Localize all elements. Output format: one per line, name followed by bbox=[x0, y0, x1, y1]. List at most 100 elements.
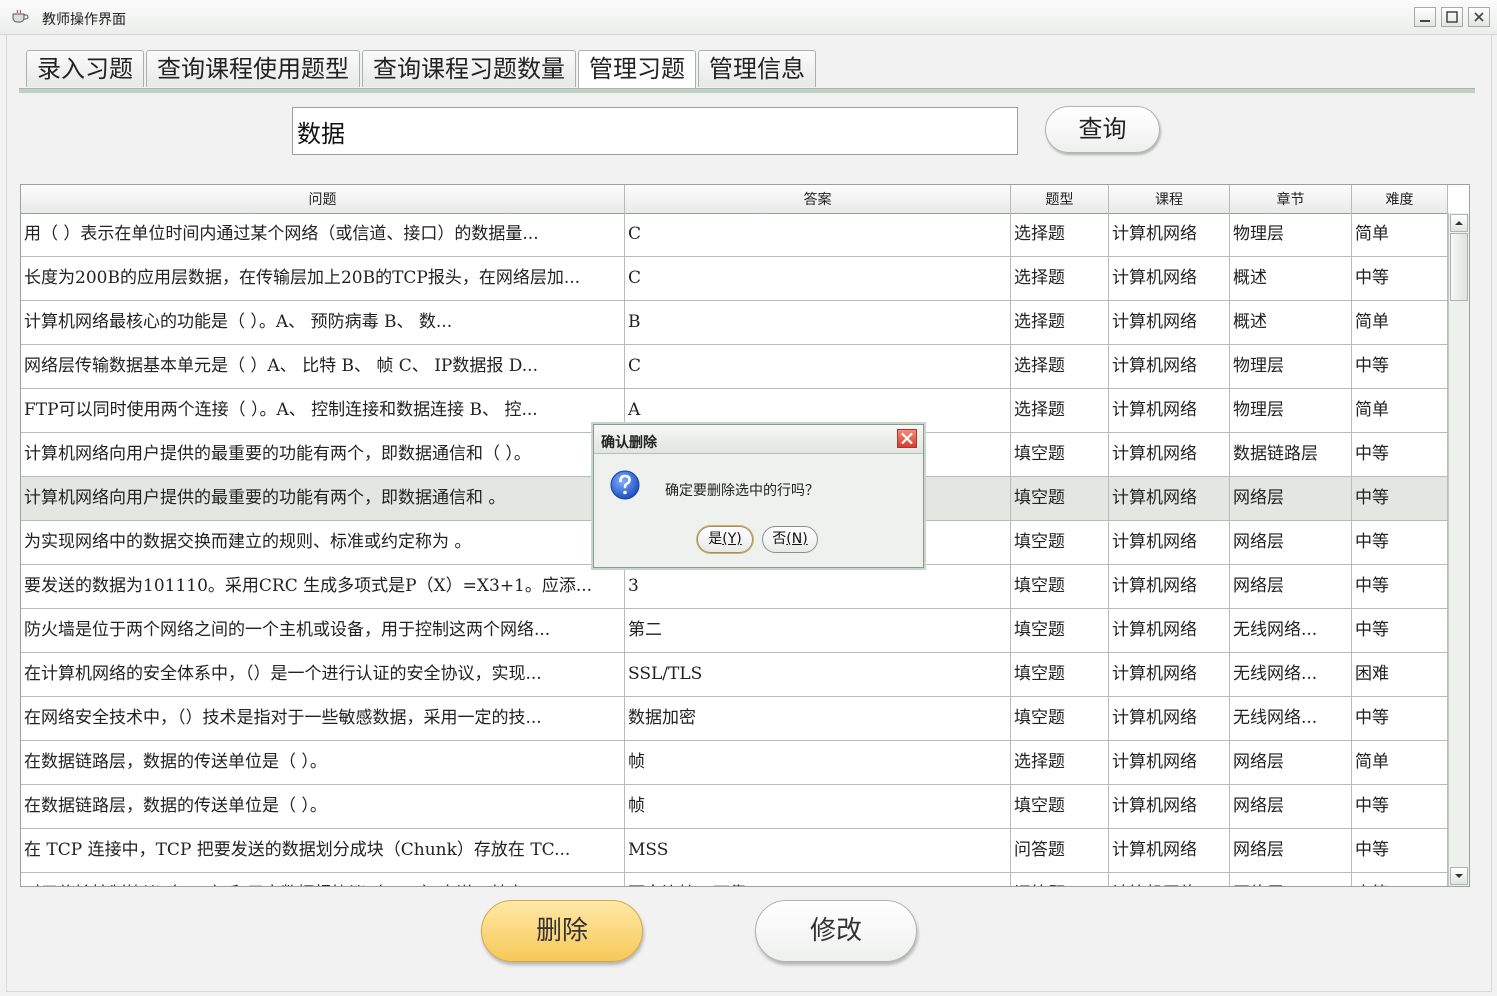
dialog-yes-button[interactable]: 是(Y) bbox=[697, 526, 753, 553]
table-row[interactable]: 要发送的数据为101110。采用CRC 生成多项式是P（X）=X3+1。应添..… bbox=[21, 565, 1448, 609]
cell-chapter: 无线网络... bbox=[1230, 609, 1352, 652]
close-window-button[interactable] bbox=[1468, 7, 1490, 27]
close-icon bbox=[1474, 12, 1484, 22]
tab-manage-exercises[interactable]: 管理习题 bbox=[578, 50, 696, 89]
maximize-button[interactable] bbox=[1441, 7, 1463, 27]
scroll-down-button[interactable] bbox=[1450, 867, 1468, 885]
cell-type: 选择题 bbox=[1011, 257, 1109, 300]
dialog-close-button[interactable] bbox=[897, 429, 917, 448]
cell-difficulty: 简单 bbox=[1352, 213, 1448, 256]
search-input[interactable] bbox=[292, 107, 1018, 155]
cell-course: 计算机网络 bbox=[1109, 653, 1230, 696]
cell-chapter: 物理层 bbox=[1230, 389, 1352, 432]
cell-chapter: 物理层 bbox=[1230, 213, 1352, 256]
scroll-up-button[interactable] bbox=[1450, 214, 1468, 232]
maximize-icon bbox=[1446, 11, 1458, 23]
cell-course: 计算机网络 bbox=[1109, 741, 1230, 784]
cell-chapter: 网络层 bbox=[1230, 785, 1352, 828]
tab-query-exercise-count[interactable]: 查询课程习题数量 bbox=[362, 50, 576, 87]
cell-type: 填空题 bbox=[1011, 785, 1109, 828]
table-row[interactable]: 在计算机网络的安全体系中，（）是一个进行认证的安全协议，实现... SSL/TLS… bbox=[21, 653, 1448, 697]
cell-chapter: 无线网络... bbox=[1230, 653, 1352, 696]
cell-type: 填空题 bbox=[1011, 609, 1109, 652]
cell-difficulty: 中等 bbox=[1352, 521, 1448, 564]
cell-question: 对于传输控制协议（TCP）和用户数据报协议（UDP）来说，其中 TCP... bbox=[21, 873, 625, 886]
cell-type: 问答题 bbox=[1011, 829, 1109, 872]
cell-course: 计算机网络 bbox=[1109, 565, 1230, 608]
cell-course: 计算机网络 bbox=[1109, 697, 1230, 740]
close-icon bbox=[901, 432, 913, 445]
table-row[interactable]: 对于传输控制协议（TCP）和用户数据报协议（UDP）来说，其中 TCP...面向… bbox=[21, 873, 1448, 886]
cell-question: 网络层传输数据基本单元是（ ）A、 比特 B、 帧 C、 IP数据报 D... bbox=[21, 345, 625, 388]
cell-course: 计算机网络 bbox=[1109, 433, 1230, 476]
search-button[interactable]: 查询 bbox=[1045, 106, 1160, 153]
column-header-course[interactable]: 课程 bbox=[1109, 185, 1230, 213]
table-row[interactable]: 网络层传输数据基本单元是（ ）A、 比特 B、 帧 C、 IP数据报 D... C… bbox=[21, 345, 1448, 389]
column-header-question[interactable]: 问题 bbox=[21, 185, 625, 213]
cell-difficulty: 中等 bbox=[1352, 829, 1448, 872]
dialog-no-button[interactable]: 否(N) bbox=[762, 526, 818, 553]
cell-answer: 数据加密 bbox=[625, 697, 1011, 740]
tab-query-course-types[interactable]: 查询课程使用题型 bbox=[146, 50, 360, 87]
cell-answer: 帧 bbox=[625, 785, 1011, 828]
title-bar: 教师操作界面 bbox=[0, 0, 1497, 35]
table-row[interactable]: 计算机网络最核心的功能是（ ）。A、 预防病毒 B、 数... B 选择题 计算机网络… bbox=[21, 301, 1448, 345]
cell-question: 计算机网络最核心的功能是（ ）。A、 预防病毒 B、 数... bbox=[21, 301, 625, 344]
cell-difficulty: 困难 bbox=[1352, 653, 1448, 696]
column-header-chapter[interactable]: 章节 bbox=[1230, 185, 1352, 213]
tab-manage-info[interactable]: 管理信息 bbox=[698, 50, 816, 87]
cell-type: 填空题 bbox=[1011, 521, 1109, 564]
cell-answer: MSS bbox=[625, 829, 1011, 872]
table-row[interactable]: 在 TCP 连接中，TCP 把要发送的数据划分成块（Chunk）存放在 TC..… bbox=[21, 829, 1448, 873]
cell-difficulty: 中等 bbox=[1352, 257, 1448, 300]
cell-difficulty: 中等 bbox=[1352, 697, 1448, 740]
edit-button[interactable]: 修改 bbox=[755, 900, 917, 962]
cell-difficulty: 简单 bbox=[1352, 301, 1448, 344]
tab-enter-exercise[interactable]: 录入习题 bbox=[26, 50, 144, 87]
cell-answer: C bbox=[625, 345, 1011, 388]
arrow-up-icon bbox=[1455, 221, 1463, 225]
cell-chapter: 无线网络... bbox=[1230, 697, 1352, 740]
column-header-difficulty[interactable]: 难度 bbox=[1352, 185, 1448, 213]
cell-course: 计算机网络 bbox=[1109, 609, 1230, 652]
window-title: 教师操作界面 bbox=[42, 12, 126, 28]
cell-difficulty: 简单 bbox=[1352, 389, 1448, 432]
cell-question: 在数据链路层，数据的传送单位是（ ）。 bbox=[21, 785, 625, 828]
table-row[interactable]: 在数据链路层，数据的传送单位是（ ）。帧填空题 计算机网络 网络层 中等 bbox=[21, 785, 1448, 829]
cell-answer: 第二 bbox=[625, 609, 1011, 652]
cell-difficulty: 中等 bbox=[1352, 345, 1448, 388]
cell-difficulty: 中等 bbox=[1352, 565, 1448, 608]
cell-question: 在 TCP 连接中，TCP 把要发送的数据划分成块（Chunk）存放在 TC..… bbox=[21, 829, 625, 872]
cell-type: 选择题 bbox=[1011, 741, 1109, 784]
delete-button[interactable]: 删除 bbox=[481, 900, 643, 962]
cell-question: 计算机网络向用户提供的最重要的功能有两个，即数据通信和 。 bbox=[21, 477, 625, 520]
cell-type: 填空题 bbox=[1011, 653, 1109, 696]
table-row[interactable]: 防火墙是位于两个网络之间的一个主机或设备，用于控制这两个网络... 第二 填空题 计算… bbox=[21, 609, 1448, 653]
cell-chapter: 网络层 bbox=[1230, 477, 1352, 520]
no-label: 否 bbox=[772, 531, 787, 547]
minimize-button[interactable] bbox=[1414, 7, 1436, 27]
table-row[interactable]: 长度为200B的应用层数据，在传输层加上20B的TCP报头，在网络层加... C 选… bbox=[21, 257, 1448, 301]
vertical-scrollbar[interactable] bbox=[1448, 213, 1469, 886]
cell-answer: 面向连接，可靠 bbox=[625, 873, 1011, 886]
cell-course: 计算机网络 bbox=[1109, 389, 1230, 432]
table-row[interactable]: 在数据链路层，数据的传送单位是（ ）。帧选择题 计算机网络 网络层 简单 bbox=[21, 741, 1448, 785]
cell-difficulty: 中等 bbox=[1352, 609, 1448, 652]
cell-question: 在数据链路层，数据的传送单位是（ ）。 bbox=[21, 741, 625, 784]
table-row[interactable]: 在网络安全技术中，（）技术是指对于一些敏感数据，采用一定的技... 数据加密 填空题… bbox=[21, 697, 1448, 741]
cell-difficulty: 中等 bbox=[1352, 477, 1448, 520]
cell-question: FTP可以同时使用两个连接（ ）。A、 控制连接和数据连接 B、 控... bbox=[21, 389, 625, 432]
arrow-down-icon bbox=[1455, 874, 1463, 878]
cell-question: 防火墙是位于两个网络之间的一个主机或设备，用于控制这两个网络... bbox=[21, 609, 625, 652]
tab-bar: 录入习题 查询课程使用题型 查询课程习题数量 管理习题 管理信息 bbox=[26, 50, 818, 89]
cell-course: 计算机网络 bbox=[1109, 785, 1230, 828]
cell-course: 计算机网络 bbox=[1109, 873, 1230, 886]
column-header-answer[interactable]: 答案 bbox=[625, 185, 1011, 213]
cell-answer: C bbox=[625, 257, 1011, 300]
cell-answer: SSL/TLS bbox=[625, 653, 1011, 696]
cell-question: 要发送的数据为101110。采用CRC 生成多项式是P（X）=X3+1。应添..… bbox=[21, 565, 625, 608]
scroll-thumb[interactable] bbox=[1450, 233, 1468, 301]
table-row[interactable]: 用（ ）表示在单位时间内通过某个网络（或信道、接口）的数据量... C 选择题 计算机… bbox=[21, 213, 1448, 257]
column-header-type[interactable]: 题型 bbox=[1011, 185, 1109, 213]
cell-chapter: 网络层 bbox=[1230, 741, 1352, 784]
